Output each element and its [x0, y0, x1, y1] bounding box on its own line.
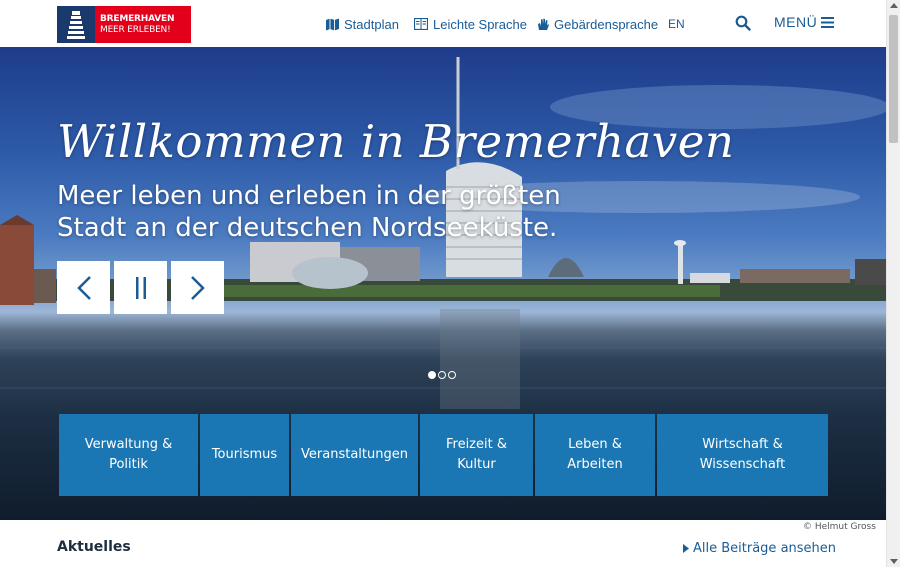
tile-label: Veranstaltungen [301, 447, 408, 462]
nav-gebaerdensprache[interactable]: Gebärdensprache [537, 15, 658, 33]
hamburger-icon [821, 16, 835, 28]
photo-credit: © Helmut Gross [803, 522, 876, 532]
slider-pause-button[interactable] [114, 261, 167, 314]
tile-tourismus[interactable]: Tourismus [200, 414, 289, 496]
menu-button[interactable]: MENÜ [774, 14, 835, 30]
tile-label-line-2: Wissenschaft [699, 457, 786, 472]
caret-right-icon [683, 544, 689, 553]
tile-label: Tourismus [211, 447, 278, 462]
menu-label: MENÜ [774, 14, 818, 30]
nav-stadtplan-label: Stadtplan [344, 16, 399, 32]
tile-label-line-2: Kultur [457, 457, 496, 472]
tile-freizeit-kultur[interactable]: Freizeit & Kultur [420, 414, 533, 496]
logo-wordmark: BREMERHAVEN MEER ERLEBEN! [95, 6, 191, 43]
nav-stadtplan[interactable]: Stadtplan [326, 15, 399, 33]
tile-label-line-1: Verwaltung & [84, 437, 173, 452]
logo-line-2: MEER ERLEBEN! [100, 25, 171, 35]
map-icon [326, 18, 339, 30]
pause-icon [135, 276, 146, 299]
nav-leichte-sprache-label: Leichte Sprache [433, 16, 527, 32]
site-header: BREMERHAVEN MEER ERLEBEN! Stadtplan Leic… [0, 0, 886, 47]
page-scrollbar[interactable] [886, 0, 900, 567]
book-icon [414, 18, 428, 30]
nav-en-label: EN [668, 17, 685, 31]
chevron-left-icon [76, 275, 91, 300]
tile-label-line-2: Politik [109, 457, 148, 472]
nav-language-en[interactable]: EN [668, 15, 685, 33]
tile-label-line-1: Leben & [568, 437, 622, 452]
slider-dot-3[interactable] [448, 371, 456, 379]
tile-leben-arbeiten[interactable]: Leben & Arbeiten [535, 414, 655, 496]
chevron-right-icon [190, 275, 205, 300]
news-section-title: Aktuelles [57, 539, 131, 555]
hero-title: Willkommen in Bremerhaven [57, 115, 735, 168]
scroll-down-arrow-icon[interactable] [890, 559, 898, 564]
tile-verwaltung-politik[interactable]: Verwaltung & Politik [59, 414, 198, 496]
tile-wirtschaft-wissenschaft[interactable]: Wirtschaft & Wissenschaft [657, 414, 828, 496]
category-tiles: Verwaltung & Politik Tourismus Veranstalt… [59, 414, 828, 496]
scroll-up-arrow-icon[interactable] [890, 3, 898, 8]
hero-subtitle: Meer leben und erleben in der größten St… [57, 181, 561, 243]
tile-veranstaltungen[interactable]: Veranstaltungen [291, 414, 418, 496]
nav-leichte-sprache[interactable]: Leichte Sprache [414, 15, 527, 33]
search-button[interactable] [735, 15, 751, 31]
scroll-thumb[interactable] [889, 15, 898, 143]
search-icon [735, 15, 751, 31]
hero-slider: Willkommen in Bremerhaven Meer leben und… [0, 47, 886, 520]
slider-next-button[interactable] [171, 261, 224, 314]
slider-dots [428, 371, 458, 379]
news-all-link-label: Alle Beiträge ansehen [693, 541, 837, 556]
tile-label-line-1: Freizeit & [445, 437, 507, 452]
lighthouse-icon [57, 6, 95, 43]
nav-gebaerdensprache-label: Gebärdensprache [554, 16, 659, 32]
tile-label-line-1: Wirtschaft & [702, 437, 783, 452]
tile-label-line-2: Arbeiten [567, 457, 623, 472]
slider-dot-2[interactable] [438, 371, 446, 379]
news-all-link[interactable]: Alle Beiträge ansehen [683, 541, 836, 556]
logo-line-1: BREMERHAVEN [100, 14, 175, 24]
slider-prev-button[interactable] [57, 261, 110, 314]
hand-icon [538, 18, 549, 30]
site-logo[interactable]: BREMERHAVEN MEER ERLEBEN! [57, 6, 191, 43]
slider-dot-1[interactable] [428, 371, 436, 379]
